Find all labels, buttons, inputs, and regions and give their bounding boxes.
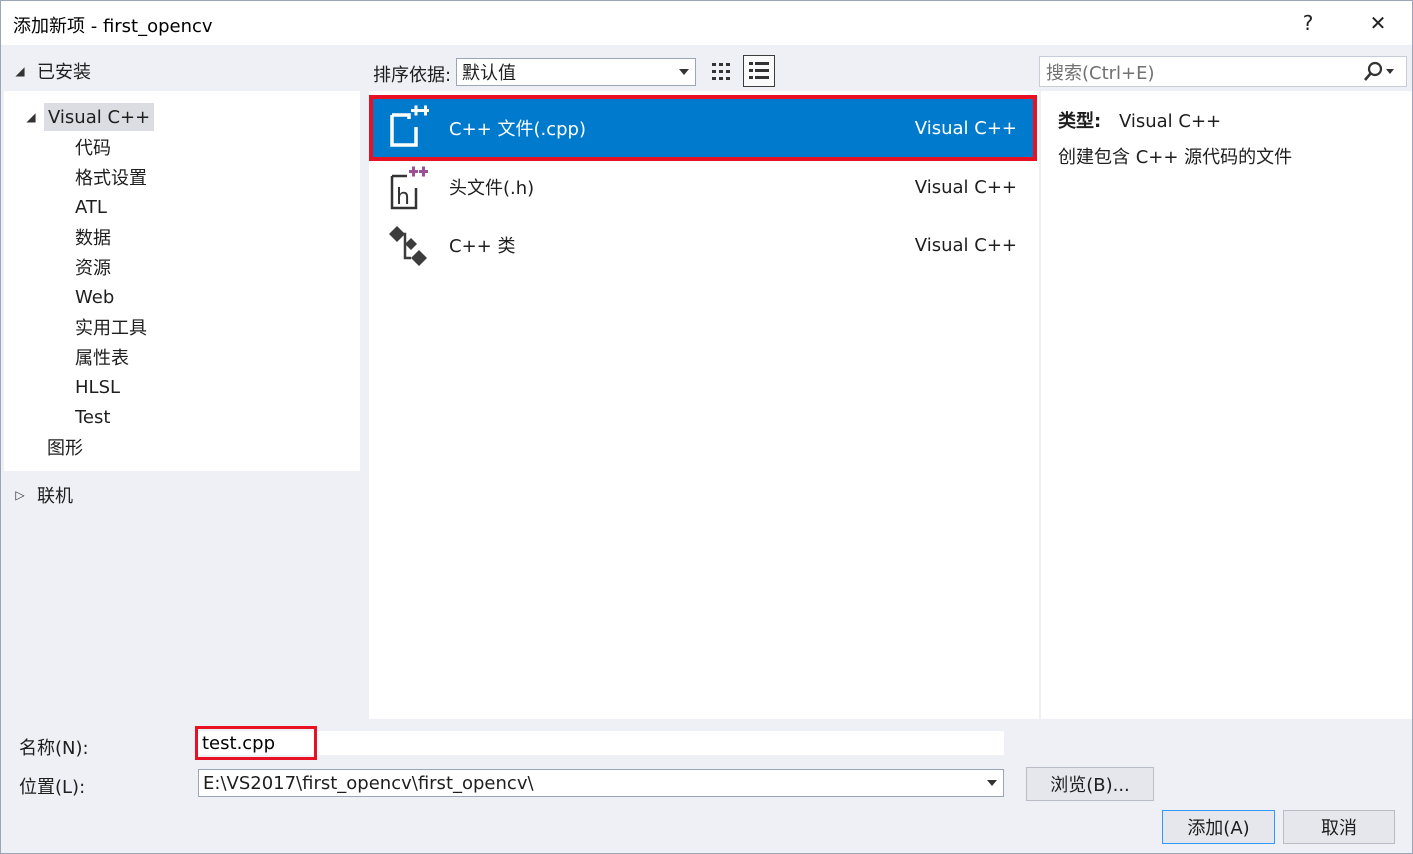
item-name: C++ 文件(.cpp) [449,119,586,140]
tree-item-graphics[interactable]: 图形 [47,433,83,461]
dropdown-arrow-icon[interactable] [987,780,997,786]
installed-label: 已安装 [37,62,91,83]
tree-item-formatting[interactable]: 格式设置 [75,163,147,191]
sort-value: 默认值 [462,63,516,84]
tree-item-hlsl[interactable]: HLSL [75,373,120,401]
installed-node[interactable]: ◢ 已安装 [11,57,91,85]
tree-item-data[interactable]: 数据 [75,223,111,251]
item-language: Visual C++ [914,117,1017,139]
item-name: 头文件(.h) [449,178,535,199]
item-description: 创建包含 C++ 源代码的文件 [1058,147,1293,168]
online-label: 联机 [37,486,73,507]
search-box[interactable]: 搜索(Ctrl+E) [1039,56,1407,87]
cpp-class-icon [389,226,427,266]
dropdown-arrow-icon [679,69,689,75]
item-language: Visual C++ [914,176,1017,198]
collapse-triangle-icon[interactable]: ◢ [11,64,29,78]
search-placeholder: 搜索(Ctrl+E) [1046,62,1155,84]
template-list: C++ 文件(.cpp) Visual C++ h 头文件(.h) Visual… [369,91,1039,719]
item-name: C++ 类 [449,236,516,257]
close-button[interactable]: ✕ [1347,1,1409,45]
type-label: 类型: [1058,111,1102,132]
list-view-icon [749,62,769,79]
expand-triangle-icon[interactable]: ▷ [11,488,29,502]
expand-triangle-icon[interactable]: ◢ [22,110,40,124]
grid-view-icon [712,63,730,80]
sort-dropdown[interactable]: 默认值 [456,58,696,86]
add-new-item-dialog: 添加新项 - first_opencv ? ✕ ◢ 已安装 ◢ Visual C… [0,0,1413,854]
location-combobox[interactable]: E:\VS2017\first_opencv\first_opencv\ [198,769,1004,797]
tree-item-utility[interactable]: 实用工具 [75,313,147,341]
tree-item-atl[interactable]: ATL [75,193,107,221]
cancel-button[interactable]: 取消 [1283,810,1395,844]
location-value: E:\VS2017\first_opencv\first_opencv\ [203,772,534,794]
add-button[interactable]: 添加(A) [1162,810,1275,844]
list-item-cpp-class[interactable]: C++ 类 Visual C++ [369,216,1037,274]
cpp-file-icon [390,105,429,147]
tree-item-web[interactable]: Web [75,283,114,311]
header-file-icon: h [390,166,428,210]
sort-label: 排序依据: [373,65,452,86]
window-title: 添加新项 - first_opencv [13,16,213,37]
details-panel: 类型: Visual C++ 创建包含 C++ 源代码的文件 [1041,91,1412,719]
item-language: Visual C++ [914,234,1017,256]
small-icons-view-button[interactable] [705,55,737,87]
tree-item-resource[interactable]: 资源 [75,253,111,281]
type-value: Visual C++ [1118,111,1222,132]
list-view-button[interactable] [743,55,775,87]
browse-button[interactable]: 浏览(B)... [1026,767,1154,801]
tree-item-visual-cpp[interactable]: ◢ Visual C++ [22,103,155,131]
title-bar: 添加新项 - first_opencv ? ✕ [1,1,1412,45]
help-button[interactable]: ? [1277,1,1339,45]
list-item-cpp-file[interactable]: C++ 文件(.cpp) Visual C++ [369,95,1037,161]
list-item-header-file[interactable]: h 头文件(.h) Visual C++ [369,158,1037,216]
svg-text:h: h [396,185,410,210]
tree-item-property-sheet[interactable]: 属性表 [75,343,129,371]
location-label: 位置(L): [19,777,86,798]
search-icon[interactable] [1362,61,1396,88]
tree-item-test[interactable]: Test [75,403,110,431]
name-input[interactable] [198,731,1004,755]
tree-item-label: Visual C++ [44,103,155,131]
name-label: 名称(N): [19,738,89,759]
online-node[interactable]: ▷ 联机 [11,481,73,509]
tree-item-code[interactable]: 代码 [75,133,111,161]
type-line: 类型: Visual C++ [1058,107,1221,133]
template-tree: ◢ Visual C++ 代码 格式设置 ATL 数据 资源 Web 实用工具 … [4,91,360,471]
